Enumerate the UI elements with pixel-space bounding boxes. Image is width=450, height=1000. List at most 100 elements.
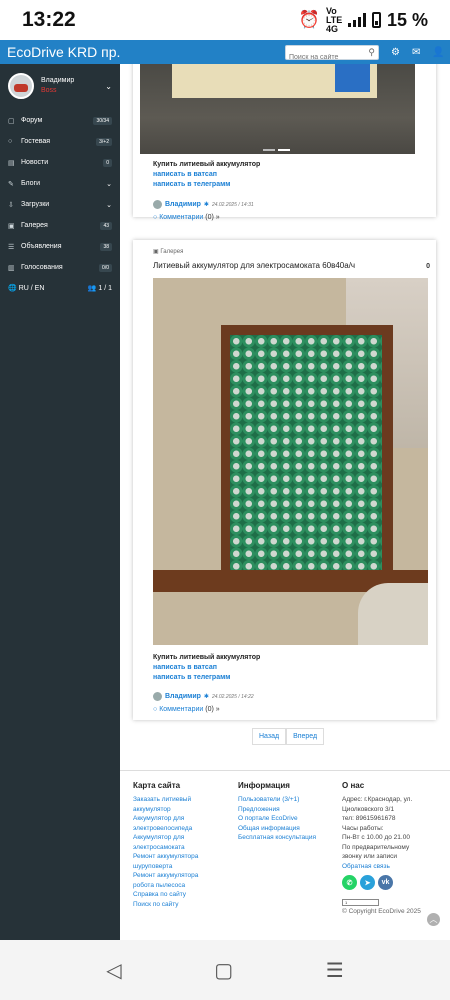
vk-icon[interactable]: vk [378,875,393,890]
footer-link[interactable]: робота пылесоса [133,881,233,891]
search-input[interactable] [286,50,362,64]
chevron-down-icon[interactable]: ⌄ [106,180,112,188]
star-icon: ✱ [203,694,209,700]
avatar[interactable] [8,73,34,99]
footer-link[interactable]: Поиск по сайту [133,900,233,910]
footer-link[interactable]: Общая информация [238,824,338,834]
chat-icon: ▢ [8,117,15,125]
battery-icon [371,12,381,28]
footer-link[interactable]: аккумулятор [133,805,233,815]
user-panel[interactable]: Владимир Boss ⌄ [0,69,120,103]
main-content: Купить литиевый аккумулятор написать в в… [120,64,450,940]
language-switch[interactable]: RU / EN [19,285,45,292]
sidebar-item-label: Форум [21,117,43,124]
footer-link[interactable]: электросамоката [133,843,233,853]
status-icons: ⏰ Vo LTE 4G 15 % [299,6,428,34]
sidebar-item-polls[interactable]: ▥ Голосования 0/0 [0,257,120,278]
sidebar-item-ads[interactable]: ☰ Объявления 38 [0,236,120,257]
footer-link[interactable]: Справка по сайту [133,890,233,900]
author-name[interactable]: Владимир [165,201,201,208]
footer-link[interactable]: Предложения [238,805,338,815]
image-icon: ▣ [8,222,15,230]
social-links: ✆ ➤ vk [342,875,442,890]
footer-heading: Карта сайта [133,781,181,790]
recents-icon[interactable]: ☰ [326,958,344,983]
globe-icon: 🌐 [8,285,17,292]
mail-icon[interactable]: ✉ [412,47,420,58]
sidebar-item-downloads[interactable]: ⇩ Загрузки ⌄ [0,194,120,215]
online-users[interactable]: 👥 1 / 1 [88,284,112,292]
comments-link[interactable]: ○ Комментарии (0) » [153,706,220,713]
post-author-line: Владимир ✱ 24.02.2025 / 14:22 [153,692,254,701]
comment-icon: ○ [153,214,158,221]
footer-info: Информация Пользователи (3/+1) Предложен… [238,781,338,843]
footer-heading: О нас [342,781,365,790]
sidebar-menu: ▢ Форум 30/34 ○ Гостевая 3/+2 ▤ Новости … [0,110,120,278]
post-photo[interactable] [140,64,415,154]
photo-content [335,64,370,92]
sidebar-item-label: Гостевая [21,138,51,145]
footer-link[interactable]: Аккумулятор для [133,833,233,843]
star-icon: ✱ [203,202,209,208]
footer-link[interactable]: О портале EcoDrive [238,814,338,824]
contact-line: Пн-Вт с 10.00 до 21.00 [342,834,410,841]
footer-link[interactable]: Ремонт аккумулятора [133,871,233,881]
settings-icon[interactable]: ⚙ [391,47,400,58]
footer-link[interactable]: Пользователи (3/+1) [238,795,338,805]
prev-page-button[interactable]: Назад [252,728,287,745]
contact-line: По предварительному [342,843,410,851]
battery-percent: 15 % [386,9,428,30]
sidebar-item-forum[interactable]: ▢ Форум 30/34 [0,110,120,131]
category-label: Галерея [160,249,184,255]
chevron-down-icon[interactable]: ⌄ [106,201,112,209]
user-icon[interactable]: 👤 [432,47,444,58]
author-name[interactable]: Владимир [165,693,201,700]
next-page-button[interactable]: Вперед [286,728,325,745]
comment-icon: ○ [153,706,158,713]
comments-link[interactable]: ○ Комментарии (0) » [153,214,220,221]
footer-link[interactable]: Бесплатная консультация [238,833,338,843]
post-heading[interactable]: Литиевый аккумулятор для электросамоката… [153,261,355,270]
telegram-link[interactable]: написать в телеграмм [153,674,230,681]
carousel-indicators[interactable] [263,149,290,151]
sidebar-item-news[interactable]: ▤ Новости 0 [0,152,120,173]
post-category[interactable]: ▣ Галерея [153,248,183,255]
user-name: Владимир [41,77,75,84]
footer-heading: Информация [238,781,290,790]
whatsapp-icon[interactable]: ✆ [342,875,357,890]
sidebar-item-blogs[interactable]: ✎ Блоги ⌄ [0,173,120,194]
count-badge: 3/+2 [96,137,112,146]
photo-content [358,583,428,645]
sidebar-item-guestbook[interactable]: ○ Гостевая 3/+2 [0,131,120,152]
home-icon[interactable]: ▢ [214,958,233,983]
footer-link[interactable]: Аккумулятор для [133,814,233,824]
footer-link[interactable]: Заказать литиевый [133,795,233,805]
photo-content [230,335,382,577]
whatsapp-link[interactable]: написать в ватсап [153,664,217,671]
visit-counter[interactable]: 1 [342,899,379,906]
telegram-icon[interactable]: ➤ [360,875,375,890]
footer-sitemap: Карта сайта Заказать литиевый аккумулято… [133,781,233,909]
search-icon[interactable]: ⚲ [368,47,375,58]
footer-link[interactable]: Ремонт аккумулятора [133,852,233,862]
site-brand[interactable]: EcoDrive KRD пр... [0,44,120,60]
footer-link[interactable]: шуруповерта [133,862,233,872]
post-author-line: Владимир ✱ 24.02.2025 / 14:31 [153,200,254,209]
count-badge: 0 [103,158,112,167]
back-icon[interactable]: ◁ [106,958,121,983]
footer-link[interactable]: электровелосипеда [133,824,233,834]
footer: Карта сайта Заказать литиевый аккумулято… [120,770,450,940]
feedback-link[interactable]: Обратная связь [342,862,442,872]
telegram-link[interactable]: написать в телеграмм [153,181,230,188]
post-photo[interactable] [153,278,428,645]
count-badge: 0/0 [99,263,112,272]
sidebar-item-gallery[interactable]: ▣ Галерея 43 [0,215,120,236]
comments-count: (0) » [205,706,220,713]
download-icon: ⇩ [8,201,14,209]
post-date: 24.02.2025 / 14:22 [211,693,254,700]
post-card: ▣ Галерея Литиевый аккумулятор для элект… [133,240,436,720]
status-bar: 13:22 ⏰ Vo LTE 4G 15 % [0,0,450,40]
scroll-to-top-button[interactable]: ︿ [427,913,440,926]
chevron-down-icon[interactable]: ⌄ [105,82,112,91]
whatsapp-link[interactable]: написать в ватсап [153,171,217,178]
